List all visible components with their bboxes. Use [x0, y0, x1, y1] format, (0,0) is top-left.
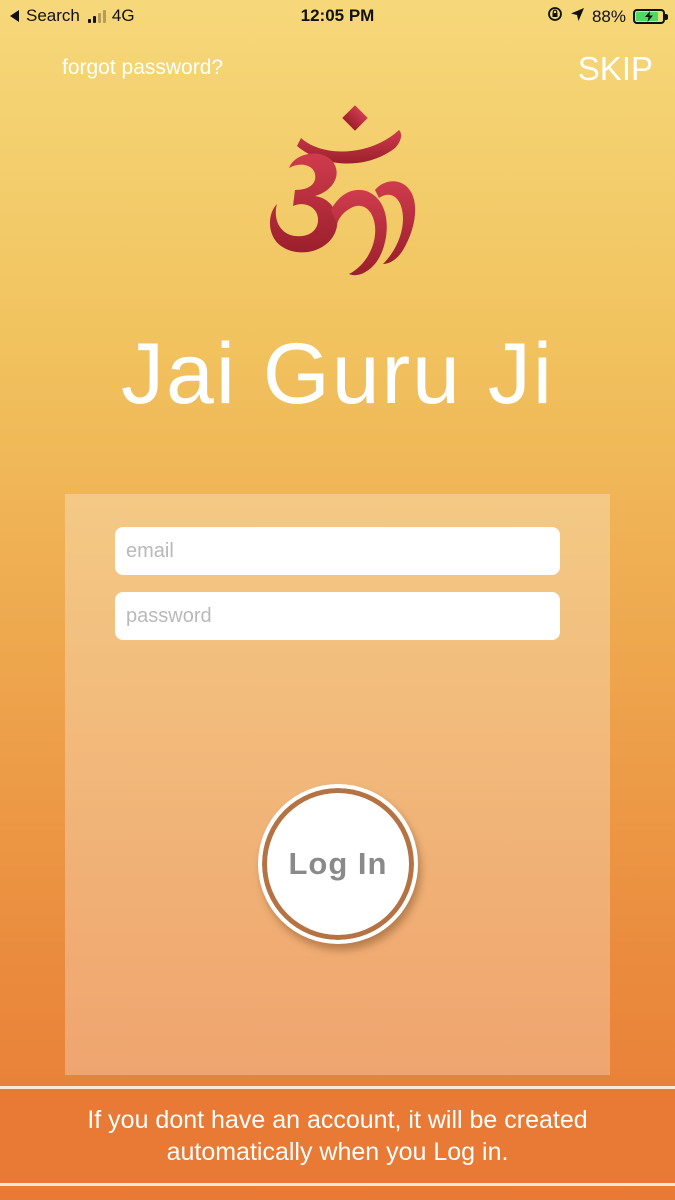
login-panel: Log In — [65, 494, 610, 1075]
skip-button[interactable]: SKIP — [578, 50, 653, 88]
footer-divider-bottom — [0, 1183, 675, 1186]
battery-icon — [633, 9, 668, 24]
om-icon — [269, 105, 415, 276]
status-bar-right: 88% — [547, 6, 668, 27]
login-button[interactable]: Log In — [258, 784, 418, 944]
battery-percent: 88% — [591, 6, 626, 26]
login-button-label: Log In — [288, 846, 388, 881]
password-field[interactable] — [115, 592, 560, 640]
footer-note: If you dont have an account, it will be … — [87, 1106, 588, 1166]
app-title: Jai Guru Ji — [120, 326, 555, 422]
om-logo — [0, 100, 675, 280]
location-arrow-icon — [570, 7, 585, 27]
status-bar: Search 4G 12:05 PM 88% — [0, 0, 675, 32]
forgot-password-link[interactable]: forgot password? — [62, 56, 223, 80]
footer-banner: If you dont have an account, it will be … — [0, 1089, 675, 1183]
email-field[interactable] — [115, 527, 560, 575]
rotation-lock-icon — [547, 6, 563, 27]
